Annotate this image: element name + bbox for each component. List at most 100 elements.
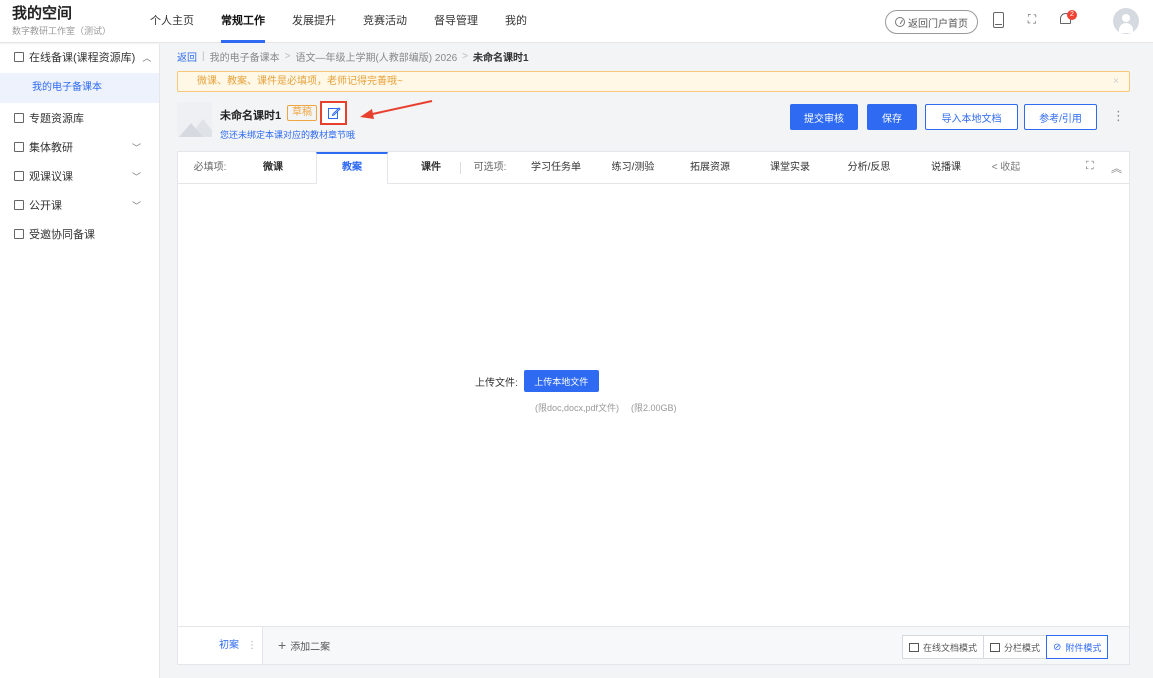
first-draft-label: 初案 xyxy=(219,640,239,651)
plan-footer-bar: 初案 ⋮ + 添加二案 在线文档模式 分栏模式 ⊘ 附件模式 xyxy=(178,626,1129,664)
attachment-mode-button[interactable]: ⊘ 附件模式 xyxy=(1046,635,1109,659)
lesson-title: 未命名课时1 xyxy=(220,110,282,122)
add-second-plan-button[interactable]: + 添加二案 xyxy=(278,627,330,666)
tab-exercises[interactable]: 练习/测验 xyxy=(608,152,658,183)
tab-talk-broadcast[interactable]: 说播课 xyxy=(928,152,964,183)
monitor-icon xyxy=(909,642,919,652)
breadcrumb-separator: > xyxy=(462,50,468,62)
sidebar-item-topic-resources[interactable]: 专题资源库 xyxy=(0,105,159,134)
chevron-up-icon[interactable]: ︽ xyxy=(1111,160,1122,176)
view-mode-group: 在线文档模式 分栏模式 ⊘ 附件模式 xyxy=(902,635,1109,659)
nav-development[interactable]: 发展提升 xyxy=(292,0,336,43)
upload-row: 上传文件: 上传本地文件 xyxy=(475,370,599,392)
sidebar-item-class-observation[interactable]: 观课议课 ﹀ xyxy=(0,163,159,192)
nav-supervision[interactable]: 督导管理 xyxy=(434,0,478,43)
nav-competition[interactable]: 竞赛活动 xyxy=(363,0,407,43)
breadcrumb: 返回 | 我的电子备课本 > 语文—年级上学期(人教部编版) 2026 > 未命… xyxy=(177,48,529,64)
sidebar-subitem-my-notebook[interactable]: 我的电子备课本 xyxy=(0,73,159,103)
lesson-thumbnail xyxy=(177,102,212,137)
brand-subtitle: 数字教研工作室（测试） xyxy=(12,26,112,36)
chevron-up-icon: ︿ xyxy=(142,53,152,63)
tab-learning-tasks[interactable]: 学习任务单 xyxy=(528,152,584,183)
mode-label: 分栏模式 xyxy=(1004,642,1041,653)
submit-review-button[interactable]: 提交审核 xyxy=(790,104,858,130)
folder-icon xyxy=(14,113,24,123)
tab-lesson-plan[interactable]: 教案 xyxy=(316,152,388,184)
content-panel: 必填项: 微课 教案 课件 可选项: 学习任务单 练习/测验 拓展资源 课堂实录… xyxy=(177,151,1130,665)
breadcrumb-item[interactable]: 我的电子备课本 xyxy=(210,49,280,64)
sidebar-item-label: 公开课 xyxy=(29,200,62,212)
fullscreen-icon[interactable]: ⛶ xyxy=(1024,11,1040,27)
collapse-tabs-link[interactable]: < 收起 xyxy=(986,152,1026,183)
tablet-icon[interactable] xyxy=(993,12,1004,28)
edit-title-button[interactable] xyxy=(320,101,347,125)
plus-icon: + xyxy=(278,637,287,653)
tab-micro-lesson[interactable]: 微课 xyxy=(258,152,288,183)
resource-tabbar: 必填项: 微课 教案 课件 可选项: 学习任务单 练习/测验 拓展资源 课堂实录… xyxy=(178,152,1129,184)
document-icon xyxy=(14,52,24,62)
edit-icon xyxy=(327,107,341,119)
nav-home[interactable]: 个人主页 xyxy=(150,0,194,43)
upload-label: 上传文件: xyxy=(475,377,518,389)
mode-label: 在线文档模式 xyxy=(923,642,978,653)
nav-mine[interactable]: 我的 xyxy=(505,0,527,43)
columns-icon xyxy=(990,642,1001,652)
chevron-down-icon: ﹀ xyxy=(131,143,141,153)
nav-routine-work[interactable]: 常规工作 xyxy=(221,0,265,43)
breadcrumb-separator: > xyxy=(284,50,291,62)
tab-reflection[interactable]: 分析/反思 xyxy=(844,152,894,183)
people-icon xyxy=(14,229,24,239)
add-plan-label: 添加二案 xyxy=(290,642,331,653)
upload-local-file-button[interactable]: 上传本地文件 xyxy=(523,370,599,392)
split-mode-button[interactable]: 分栏模式 xyxy=(983,635,1048,659)
close-icon[interactable]: × xyxy=(1113,72,1119,91)
optional-label: 可选项: xyxy=(473,162,507,173)
expand-icon[interactable]: ⛶ xyxy=(1086,160,1094,173)
bind-chapter-link[interactable]: 您还未绑定本课对应的教材章节哦 xyxy=(220,128,355,141)
sidebar-item-label: 专题资源库 xyxy=(29,113,84,125)
return-portal-button[interactable]: 返回门户首页 xyxy=(885,10,978,34)
tab-courseware[interactable]: 课件 xyxy=(416,152,446,183)
top-header: 我的空间 数字教研工作室（测试） 个人主页 常规工作 发展提升 竞赛活动 督导管… xyxy=(0,0,1153,43)
upload-limit-size: (限2.00GB) xyxy=(631,403,677,413)
sidebar-item-group-research[interactable]: 集体教研 ﹀ xyxy=(0,134,159,163)
book-icon xyxy=(14,142,24,152)
breadcrumb-current: 未命名课时1 xyxy=(472,52,529,64)
annotation-arrow-icon xyxy=(360,100,433,119)
paperclip-icon: ⊘ xyxy=(1053,641,1062,653)
back-link[interactable]: 返回 xyxy=(177,49,197,64)
reference-button[interactable]: 参考/引用 xyxy=(1024,104,1097,130)
brand: 我的空间 数字教研工作室（测试） xyxy=(12,5,111,37)
save-button[interactable]: 保存 xyxy=(867,104,917,130)
sidebar-item-label: 观课议课 xyxy=(29,171,73,183)
brand-title: 我的空间 xyxy=(12,5,73,22)
screen-icon xyxy=(14,200,24,210)
sidebar-item-invited-collab[interactable]: 受邀协同备课 xyxy=(0,221,159,250)
sidebar-item-online-prep[interactable]: 在线备课(课程资源库) ︿ xyxy=(0,44,159,73)
sidebar-item-label: 在线备课(课程资源库) xyxy=(29,52,136,64)
mode-label: 附件模式 xyxy=(1065,642,1102,653)
notice-text: 微课、教案、课件是必填项，老师记得完善哦~ xyxy=(197,76,403,87)
notification-bell-icon[interactable]: 2 xyxy=(1058,10,1077,28)
return-portal-label: 返回门户首页 xyxy=(908,18,968,30)
compass-icon xyxy=(895,17,905,27)
tab-divider xyxy=(460,162,461,174)
online-doc-mode-button[interactable]: 在线文档模式 xyxy=(902,635,985,659)
image-placeholder-icon xyxy=(179,123,203,137)
required-label: 必填项: xyxy=(193,162,227,173)
user-avatar[interactable] xyxy=(1113,8,1139,34)
breadcrumb-item[interactable]: 语文—年级上学期(人教部编版) 2026 xyxy=(295,49,457,64)
sidebar: 在线备课(课程资源库) ︿ 我的电子备课本 专题资源库 集体教研 ﹀ 观课议课 … xyxy=(0,44,160,678)
draft-menu-icon[interactable]: ⋮ xyxy=(247,640,257,651)
upload-limit-text: (限doc,docx,pdf文件) (限2.00GB) xyxy=(535,401,689,414)
notification-badge: 2 xyxy=(1067,10,1077,20)
tab-class-record[interactable]: 课堂实录 xyxy=(766,152,814,183)
tab-extended-resources[interactable]: 拓展资源 xyxy=(686,152,734,183)
more-options-icon[interactable]: ⋮ xyxy=(1112,106,1125,126)
status-badge: 草稿 xyxy=(287,105,317,121)
sidebar-item-open-class[interactable]: 公开课 ﹀ xyxy=(0,192,159,221)
sidebar-item-label: 集体教研 xyxy=(29,142,73,154)
tab-first-draft[interactable]: 初案 ⋮ xyxy=(178,627,263,664)
import-local-doc-button[interactable]: 导入本地文档 xyxy=(925,104,1018,130)
main-nav: 个人主页 常规工作 发展提升 竞赛活动 督导管理 我的 xyxy=(150,0,554,43)
